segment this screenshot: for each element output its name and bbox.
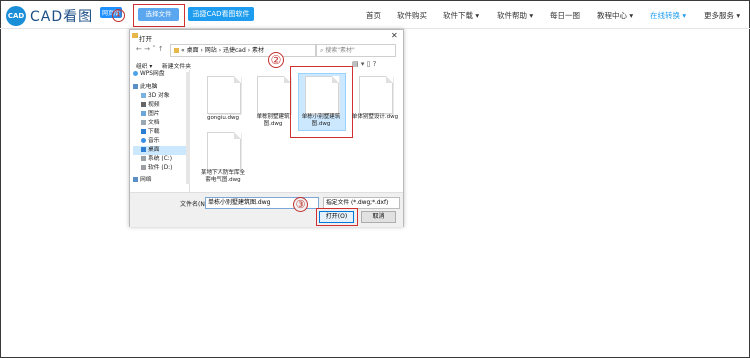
sidebar-scrollbar[interactable] <box>186 72 190 184</box>
file-item[interactable]: 单体别墅设计.dwg <box>350 74 400 126</box>
desktop-icon <box>141 147 146 152</box>
folder-icon <box>174 48 179 53</box>
nav-item-purchase[interactable]: 软件购买 <box>397 10 427 21</box>
sidebar-item-drive-c[interactable]: 系统 (C:) <box>133 155 189 164</box>
nav-item-more[interactable]: 更多服务 ▾ <box>704 10 740 21</box>
dwg-file-icon <box>359 76 393 114</box>
annotation-3: ③ <box>293 197 308 212</box>
file-name: 单体别墅设计.dwg <box>351 114 399 120</box>
logo-icon: CAD <box>6 6 26 26</box>
nav-item-help[interactable]: 软件帮助 ▾ <box>497 10 533 21</box>
sidebar-item-drive-d[interactable]: 软件 (D:) <box>133 164 189 173</box>
dwg-file-icon <box>207 132 241 170</box>
folder-icon <box>132 33 138 38</box>
sidebar-item-desktop[interactable]: 桌面 <box>133 146 189 155</box>
dialog-title: 打开 <box>139 35 152 43</box>
search-icon: ⌕ <box>320 47 324 54</box>
document-icon <box>141 120 146 125</box>
open-file-dialog: 打开 ✕ ← → ˅ ↑ « 桌面 › 网站 › 迅捷cad › 素材 ⌕ 搜索… <box>129 29 404 227</box>
sidebar-item-music[interactable]: 音乐 <box>133 137 189 146</box>
close-icon[interactable]: ✕ <box>391 31 398 40</box>
video-icon <box>141 102 146 107</box>
nav-item-download[interactable]: 软件下载 ▾ <box>443 10 479 21</box>
file-item[interactable]: 某地下人防车库全套电气图.dwg <box>198 130 248 185</box>
file-name: 单栋小别墅建筑图.dwg <box>301 114 341 127</box>
cancel-button[interactable]: 取消 <box>361 211 396 223</box>
annotation-2: ② <box>268 52 284 68</box>
sidebar-item-pc[interactable]: 此电脑 <box>133 83 189 92</box>
address-bar[interactable]: « 桌面 › 网站 › 迅捷cad › 素材 <box>170 44 316 57</box>
new-folder-button[interactable]: 新建文件夹 <box>162 61 191 70</box>
select-file-button[interactable]: 选择文件 <box>138 8 179 21</box>
cube-icon <box>141 93 146 98</box>
sidebar-item-wps[interactable]: WPS网盘 <box>133 70 189 79</box>
organize-menu[interactable]: 组织 ▾ <box>136 61 152 70</box>
file-item[interactable]: gongiu.dwg <box>198 74 248 126</box>
sidebar-item-downloads[interactable]: 下载 <box>133 128 189 137</box>
network-icon <box>133 177 138 182</box>
filename-value: 单栋小别墅建筑图.dwg <box>208 199 271 206</box>
open-button[interactable]: 打开(O) <box>319 211 354 223</box>
file-name: gongiu.dwg <box>206 115 240 121</box>
sidebar-item-3d[interactable]: 3D 对象 <box>133 92 189 101</box>
drive-icon <box>141 156 146 161</box>
nav-item-tutorial[interactable]: 教程中心 ▾ <box>597 10 633 21</box>
dwg-file-icon <box>305 76 339 114</box>
drive-icon <box>141 165 146 170</box>
navigation-pane: WPS网盘 此电脑 3D 对象 视频 图片 文档 下载 音乐 桌面 系统 (C:… <box>133 70 190 194</box>
sidebar-item-network[interactable]: 网络 <box>133 176 189 185</box>
computer-icon <box>133 84 138 89</box>
view-options-icon[interactable]: ▤ ▾ ▯ ? <box>352 60 376 68</box>
file-name: 某地下人防车库全套电气图.dwg <box>200 170 245 183</box>
filetype-value: 指定文件 (*.dwg;*.dxf) <box>326 200 389 206</box>
nav-item-daily[interactable]: 每日一图 <box>550 10 580 21</box>
cloud-icon <box>133 71 138 76</box>
dwg-file-icon <box>207 76 241 114</box>
nav-item-home[interactable]: 首页 <box>366 10 381 21</box>
nav-arrows-icon[interactable]: ← → ˅ ↑ <box>136 45 164 53</box>
nav-item-convert[interactable]: 在线转换 ▾ <box>650 10 686 21</box>
sidebar-item-documents[interactable]: 文档 <box>133 119 189 128</box>
cad-software-button[interactable]: 迅捷CAD看图软件 <box>188 7 254 21</box>
annotation-1: ① <box>112 9 125 22</box>
sidebar-item-pictures[interactable]: 图片 <box>133 110 189 119</box>
download-icon <box>141 129 146 134</box>
picture-icon <box>141 111 146 116</box>
sidebar-item-video[interactable]: 视频 <box>133 101 189 110</box>
music-icon <box>141 138 146 143</box>
dialog-footer: 文件名(N): 单栋小别墅建筑图.dwg ③ 指定文件 (*.dwg;*.dxf… <box>130 192 403 227</box>
search-placeholder: 搜索"素材" <box>325 47 355 54</box>
address-path: « 桌面 › 网站 › 迅捷cad › 素材 <box>181 47 265 54</box>
file-item-selected[interactable]: 单栋小别墅建筑图.dwg <box>298 73 346 131</box>
search-input[interactable]: ⌕ 搜索"素材" <box>316 44 396 57</box>
logo-text[interactable]: CAD看图 <box>30 6 93 26</box>
dwg-file-icon <box>257 76 291 114</box>
